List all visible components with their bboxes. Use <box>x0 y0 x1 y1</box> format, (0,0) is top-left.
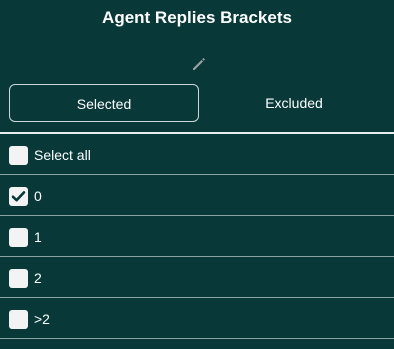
checkbox[interactable] <box>9 269 28 288</box>
tab-selected[interactable]: Selected <box>9 84 199 122</box>
list-item[interactable]: 1 <box>0 216 394 257</box>
tab-excluded[interactable]: Excluded <box>199 84 389 122</box>
select-all-label: Select all <box>34 147 91 163</box>
list-item[interactable]: >2 <box>0 298 394 339</box>
list-item[interactable]: 2 <box>0 257 394 298</box>
checkbox[interactable] <box>9 228 28 247</box>
select-all-row[interactable]: Select all <box>0 134 394 175</box>
tab-bar: Selected Excluded <box>9 84 385 124</box>
panel-title: Agent Replies Brackets <box>102 8 292 27</box>
list-item-label: 1 <box>34 229 42 245</box>
list-item-label: 2 <box>34 270 42 286</box>
list-item[interactable]: 0 <box>0 175 394 216</box>
select-all-checkbox[interactable] <box>9 146 28 165</box>
checkmark-icon <box>11 191 26 202</box>
checkbox-checked[interactable] <box>9 187 28 206</box>
filter-panel: Agent Replies Brackets Selected Excluded… <box>0 0 394 349</box>
list-item-label: >2 <box>34 311 50 327</box>
pencil-icon[interactable] <box>191 56 207 72</box>
list-item-label: 0 <box>34 188 42 204</box>
checkbox[interactable] <box>9 310 28 329</box>
